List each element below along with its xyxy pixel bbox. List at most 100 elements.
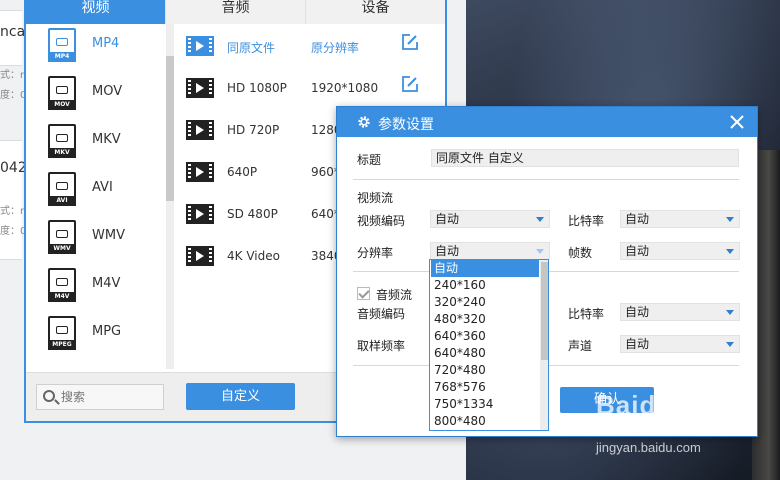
background-row bbox=[0, 140, 22, 260]
resolution-option[interactable]: 640*360 bbox=[431, 328, 539, 345]
video-file-icon: MPEG bbox=[48, 316, 76, 350]
format-name: AVI bbox=[92, 180, 113, 195]
resolution-name: 同原文件 bbox=[227, 41, 276, 55]
resolution-option[interactable]: 750*1334 bbox=[431, 396, 539, 413]
background-row-text: 度：0 bbox=[0, 226, 27, 237]
video-file-icon: MOV bbox=[48, 76, 76, 110]
resolution-name: HD 1080P bbox=[227, 81, 287, 95]
video-file-icon: MKV bbox=[48, 124, 76, 158]
search-icon bbox=[43, 390, 55, 402]
resolution-size: 原分辨率 bbox=[311, 41, 360, 55]
edit-icon[interactable] bbox=[401, 33, 419, 51]
edit-icon[interactable] bbox=[401, 75, 419, 93]
format-name: M4V bbox=[92, 276, 121, 291]
resolution-option[interactable]: 720*480 bbox=[431, 362, 539, 379]
resolution-option[interactable]: 480*320 bbox=[431, 311, 539, 328]
channels-value: 自动 bbox=[625, 337, 650, 351]
framerate-select[interactable]: 自动 bbox=[620, 242, 740, 260]
format-tag: MP4 bbox=[48, 52, 76, 62]
channels-select[interactable]: 自动 bbox=[620, 335, 740, 353]
video-stream-heading: 视频流 bbox=[357, 191, 394, 205]
video-clip-icon bbox=[186, 246, 214, 266]
chevron-down-icon bbox=[726, 342, 734, 347]
custom-button[interactable]: 自定义 bbox=[186, 383, 295, 410]
audio-bitrate-label: 比特率 bbox=[568, 307, 605, 321]
gear-icon bbox=[358, 116, 370, 128]
watermark-logo: Baidu bbox=[596, 390, 674, 420]
format-tag: MOV bbox=[48, 100, 76, 110]
audio-codec-label: 音频编码 bbox=[357, 307, 406, 321]
format-tag: MPEG bbox=[48, 340, 76, 350]
format-item-mkv[interactable]: MKV MKV bbox=[26, 124, 166, 172]
scrollbar-thumb[interactable] bbox=[166, 56, 174, 201]
sample-rate-label: 取样频率 bbox=[357, 339, 406, 353]
audio-stream-checkbox[interactable] bbox=[357, 287, 370, 300]
close-icon[interactable] bbox=[729, 114, 745, 130]
format-item-avi[interactable]: AVI AVI bbox=[26, 172, 166, 220]
tab-audio[interactable]: 音频 bbox=[166, 0, 306, 24]
format-list-scrollbar[interactable] bbox=[166, 24, 174, 369]
resolution-option[interactable]: 320*240 bbox=[431, 294, 539, 311]
background-row-title: nca bbox=[0, 24, 26, 40]
background-row-title: 042 bbox=[0, 160, 27, 176]
resolution-name: 640P bbox=[227, 165, 258, 179]
background-row-text: 式：r bbox=[0, 70, 25, 81]
chevron-down-icon bbox=[536, 249, 544, 254]
resolution-option[interactable]: 640*480 bbox=[431, 345, 539, 362]
video-codec-select[interactable]: 自动 bbox=[430, 210, 550, 228]
watermark-logo-text: 经验 bbox=[679, 398, 716, 418]
format-item-mp4[interactable]: MP4 MP4 bbox=[26, 28, 166, 76]
video-file-icon: M4V bbox=[48, 268, 76, 302]
resolution-select[interactable]: 自动 bbox=[430, 242, 550, 260]
search-box[interactable] bbox=[36, 384, 164, 410]
video-clip-icon bbox=[186, 120, 214, 140]
format-list: MP4 MP4 MOV MOV MKV MKV AVI AVI WMV WMV M4V M4V MPEG… bbox=[26, 24, 166, 372]
tab-video[interactable]: 视频 bbox=[26, 0, 166, 24]
video-clip-icon bbox=[186, 162, 214, 182]
resolution-option[interactable]: 768*576 bbox=[431, 379, 539, 396]
channels-label: 声道 bbox=[568, 339, 593, 353]
format-item-mov[interactable]: MOV MOV bbox=[26, 76, 166, 124]
tab-device[interactable]: 设备 bbox=[306, 0, 445, 24]
format-tag: MKV bbox=[48, 148, 76, 158]
dropdown-scrollbar[interactable] bbox=[540, 260, 548, 430]
video-file-icon: AVI bbox=[48, 172, 76, 206]
format-item-wmv[interactable]: WMV WMV bbox=[26, 220, 166, 268]
audio-bitrate-value: 自动 bbox=[625, 305, 650, 319]
baidu-watermark: Baidu 经验 jingyan.baidu.com bbox=[596, 390, 716, 455]
video-bitrate-select[interactable]: 自动 bbox=[620, 210, 740, 228]
framerate-label: 帧数 bbox=[568, 246, 593, 260]
format-tag: M4V bbox=[48, 292, 76, 302]
video-bitrate-label: 比特率 bbox=[568, 214, 605, 228]
resolution-dropdown: 自动 240*160 320*240 480*320 640*360 640*480 720… bbox=[429, 259, 549, 431]
scrollbar-thumb[interactable] bbox=[541, 262, 548, 360]
video-clip-icon bbox=[186, 36, 214, 56]
video-file-icon: MP4 bbox=[48, 28, 76, 62]
resolution-row[interactable]: 同原文件 原分辨率 bbox=[176, 30, 445, 72]
resolution-option[interactable]: 自动 bbox=[431, 260, 539, 277]
video-file-icon: WMV bbox=[48, 220, 76, 254]
dialog-title: 参数设置 bbox=[378, 117, 434, 133]
format-name: MPG bbox=[92, 324, 122, 339]
resolution-value: 自动 bbox=[435, 244, 460, 258]
title-label: 标题 bbox=[357, 153, 382, 167]
resolution-option[interactable]: 240*160 bbox=[431, 277, 539, 294]
chevron-down-icon bbox=[726, 217, 734, 222]
divider bbox=[353, 179, 739, 180]
title-input[interactable]: 同原文件 自定义 bbox=[431, 149, 739, 167]
search-input[interactable] bbox=[61, 388, 159, 406]
format-item-mpg[interactable]: MPEG MPG bbox=[26, 316, 166, 364]
audio-bitrate-select[interactable]: 自动 bbox=[620, 303, 740, 321]
resolution-option[interactable]: 800*480 bbox=[431, 413, 539, 430]
format-tabs: 视频 音频 设备 bbox=[26, 0, 445, 24]
framerate-value: 自动 bbox=[625, 244, 650, 258]
resolution-name: 4K Video bbox=[227, 249, 280, 263]
format-tag: AVI bbox=[48, 196, 76, 206]
video-clip-icon bbox=[186, 204, 214, 224]
chevron-down-icon bbox=[726, 310, 734, 315]
resolution-label: 分辨率 bbox=[357, 246, 394, 260]
resolution-name: HD 720P bbox=[227, 123, 280, 137]
resolution-name: SD 480P bbox=[227, 207, 278, 221]
dialog-title-bar: 参数设置 bbox=[337, 107, 757, 137]
format-item-m4v[interactable]: M4V M4V bbox=[26, 268, 166, 316]
